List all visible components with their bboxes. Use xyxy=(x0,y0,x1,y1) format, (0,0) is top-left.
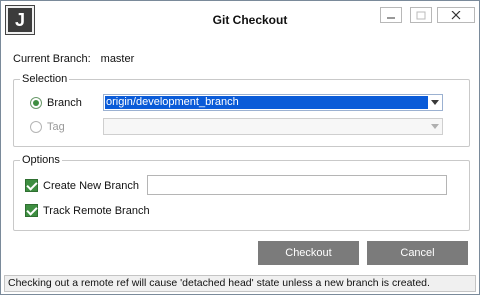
maximize-button[interactable] xyxy=(410,7,432,23)
branch-select[interactable]: origin/development_branch xyxy=(103,94,443,111)
title-bar: J Git Checkout xyxy=(1,1,479,39)
current-branch-label: Current Branch: xyxy=(13,53,91,65)
status-bar: Checking out a remote ref will cause 'de… xyxy=(4,275,476,292)
track-remote-branch-row[interactable]: Track Remote Branch xyxy=(25,204,150,217)
track-remote-branch-label[interactable]: Track Remote Branch xyxy=(43,205,150,217)
create-new-branch-checkbox[interactable] xyxy=(25,179,38,192)
current-branch-info: Current Branch: master xyxy=(13,53,134,65)
branch-radio[interactable] xyxy=(30,97,42,109)
track-remote-branch-checkbox[interactable] xyxy=(25,204,38,217)
checkout-button[interactable]: Checkout xyxy=(258,241,359,265)
tag-select[interactable] xyxy=(103,118,443,135)
minimize-icon xyxy=(387,17,395,19)
branch-radio-row[interactable]: Branch xyxy=(30,97,82,109)
git-checkout-dialog: J Git Checkout Current Branch: master Sel… xyxy=(0,0,480,295)
window-title-text: Git Checkout xyxy=(212,13,288,27)
new-branch-name-input[interactable] xyxy=(147,175,447,195)
cancel-button[interactable]: Cancel xyxy=(367,241,468,265)
close-button[interactable] xyxy=(437,7,475,23)
tag-radio-row[interactable]: Tag xyxy=(30,121,65,133)
close-icon xyxy=(451,11,461,20)
selection-legend: Selection xyxy=(22,73,68,85)
create-new-branch-row[interactable]: Create New Branch xyxy=(25,179,139,192)
create-new-branch-label[interactable]: Create New Branch xyxy=(43,180,139,192)
current-branch-value: master xyxy=(100,53,135,65)
maximize-icon xyxy=(416,11,426,20)
window-title: Git Checkout xyxy=(1,13,479,27)
chevron-down-icon[interactable] xyxy=(431,124,439,129)
tag-radio[interactable] xyxy=(30,121,42,133)
branch-select-value: origin/development_branch xyxy=(105,96,428,109)
branch-radio-label[interactable]: Branch xyxy=(47,97,82,109)
options-legend: Options xyxy=(22,154,60,166)
minimize-button[interactable] xyxy=(380,7,402,23)
tag-radio-label[interactable]: Tag xyxy=(47,121,65,133)
chevron-down-icon[interactable] xyxy=(431,100,439,105)
